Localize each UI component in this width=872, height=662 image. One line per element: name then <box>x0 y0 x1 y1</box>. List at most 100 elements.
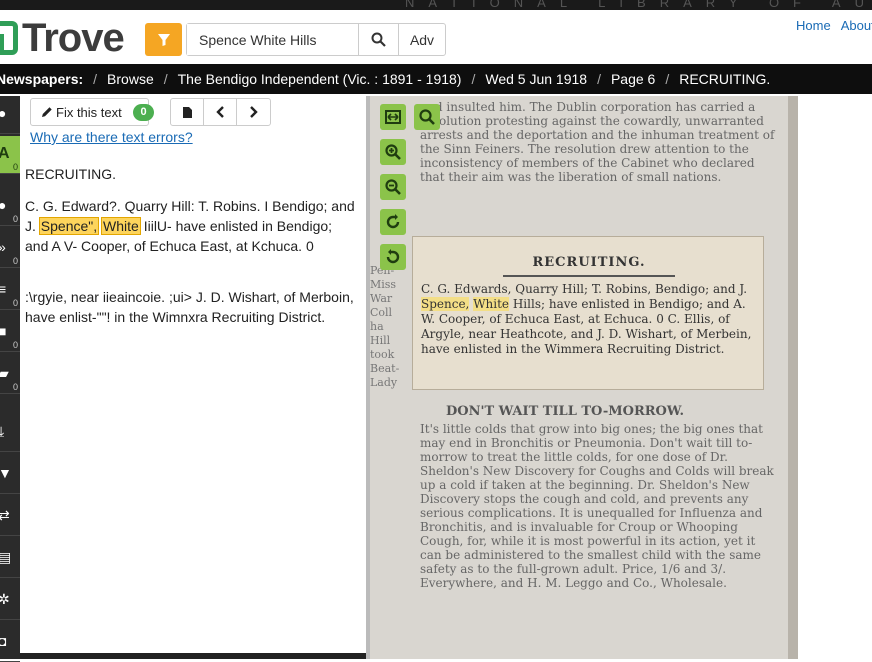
rotate-right-button[interactable] <box>380 209 406 235</box>
sidebar-count: 0 <box>12 162 18 172</box>
info-icon: ● <box>0 105 7 121</box>
sidebar-item-info[interactable]: ● <box>0 96 20 134</box>
document-button[interactable] <box>171 99 204 125</box>
top-links: Home About <box>796 18 872 33</box>
zoom-to-article-button[interactable] <box>414 104 440 130</box>
breadcrumb-newspapers[interactable]: Newspapers: <box>0 71 83 87</box>
help-icon: ◘ <box>0 633 7 649</box>
advert-text-block: It's little colds that grow into big one… <box>420 422 774 590</box>
next-article-button[interactable] <box>237 99 270 125</box>
filter-button[interactable] <box>145 23 182 56</box>
clipping-rule <box>503 275 675 277</box>
sidebar-item-settings[interactable]: ✲ <box>0 582 20 620</box>
advert-heading: DON'T WAIT TILL TO-MORROW. <box>446 404 684 419</box>
previous-article-button[interactable] <box>204 99 237 125</box>
sidebar-item-comments[interactable]: ● 0 <box>0 188 20 226</box>
text-errors-link[interactable]: Why are there text errors? <box>30 129 193 145</box>
sidebar-item-share[interactable]: ⇄ <box>0 498 20 536</box>
home-link[interactable]: Home <box>796 18 831 33</box>
sidebar-count: 0 <box>12 382 18 392</box>
rotate-right-icon <box>386 214 400 229</box>
breadcrumb-date[interactable]: Wed 5 Jun 1918 <box>485 71 587 87</box>
zoom-out-icon <box>385 179 401 195</box>
sidebar-item-archive[interactable]: ▰ 0 <box>0 356 20 394</box>
viewer-margin <box>798 96 872 659</box>
advanced-search-button[interactable]: Adv <box>398 24 445 55</box>
clipping-text-part: C. G. Edwards, Quarry Hill; T. Robins, B… <box>421 282 748 296</box>
search-highlight: Spence", <box>38 217 100 235</box>
sidebar-item-notes[interactable]: ■ 0 <box>0 314 20 352</box>
settings-icon: ✲ <box>0 591 10 607</box>
article-highlight-region[interactable]: RECRUITING. C. G. Edwards, Quarry Hill; … <box>412 236 764 390</box>
breadcrumb-article: RECRUITING. <box>679 71 771 87</box>
clipping-highlight: White <box>473 297 510 311</box>
comment-icon: ● <box>0 197 7 213</box>
sidebar-count: 0 <box>12 340 18 350</box>
clipping-text-part: Hills; have enlisted in Bendigo; and A. … <box>421 297 752 356</box>
search-button[interactable] <box>358 24 398 55</box>
archive-icon: ▰ <box>0 365 9 381</box>
share-icon: ⇄ <box>0 507 10 523</box>
sidebar-item-lists[interactable]: ≡ 0 <box>0 272 20 310</box>
page-column-fragment: Pen- Miss War Coll ha Hill took Beat- Lady <box>370 264 400 389</box>
print-icon: ▤ <box>0 549 12 565</box>
rotate-left-button[interactable] <box>380 244 406 270</box>
logo-text: Trove <box>22 15 125 60</box>
sidebar-count: 0 <box>12 256 18 266</box>
sidebar-item-download[interactable]: ⤓ <box>0 414 20 452</box>
search-highlight: White <box>101 217 141 235</box>
document-icon <box>182 106 192 118</box>
cart-icon: ▼ <box>0 465 12 481</box>
article-nav-buttons <box>170 98 271 126</box>
zoom-in-icon <box>385 144 401 160</box>
sidebar-item-text[interactable]: A0 <box>0 136 20 174</box>
article-paragraph: :\rgyie, near iieaincoie. ;ui> J. D. Wis… <box>25 289 354 325</box>
magnifier-icon <box>419 109 435 125</box>
corrections-count-badge: 0 <box>133 104 154 121</box>
page-text-block: and insulted him. The Dublin corporation… <box>420 100 775 184</box>
article-title: RECRUITING. <box>25 166 116 182</box>
breadcrumb-page[interactable]: Page 6 <box>611 71 655 87</box>
download-icon: ⤓ <box>0 423 5 439</box>
search-input[interactable] <box>187 24 358 55</box>
clipping-highlight: Spence, <box>421 297 470 311</box>
fit-width-button[interactable] <box>380 104 406 130</box>
clipping-text: C. G. Edwards, Quarry Hill; T. Robins, B… <box>421 282 759 357</box>
pencil-icon <box>42 107 52 117</box>
sidebar-item-print[interactable]: ▤ <box>0 540 20 578</box>
breadcrumb-title[interactable]: The Bendigo Independent (Vic. : 1891 - 1… <box>178 71 462 87</box>
about-link[interactable]: About <box>841 18 872 33</box>
sidebar-count: 0 <box>12 298 18 308</box>
zoom-in-button[interactable] <box>380 139 406 165</box>
sidebar-count: 0 <box>12 214 18 224</box>
list-icon: ≡ <box>0 281 7 297</box>
text-icon: A <box>0 145 10 162</box>
fix-text-button[interactable]: Fix this text <box>30 98 149 126</box>
note-icon: ■ <box>0 323 7 339</box>
sidebar-item-help[interactable]: ◘ <box>0 624 20 662</box>
sidebar-item-cart[interactable]: ▼ <box>0 456 20 494</box>
search-box: Adv <box>186 23 446 56</box>
rotate-left-icon <box>386 249 400 264</box>
article-paragraph: C. G. Edward?. Quarry Hill: T. Robins. I… <box>25 196 355 256</box>
search-icon <box>371 32 386 47</box>
article-text-panel: Fix this text 0 Why are there text error… <box>20 96 366 659</box>
sidebar: ● A0 ●0 »0 ≡0 ■0 ▰0 ⤓ ▼ ⇄ ▤ ✲ ◘ <box>0 96 20 662</box>
sidebar-item-tags[interactable]: »0 <box>0 230 20 268</box>
top-banner: NATIONAL LIBRARY OF AUSTRALIA <box>0 0 872 10</box>
breadcrumb: Newspapers: / Browse / The Bendigo Indepen… <box>0 64 872 94</box>
breadcrumb-browse[interactable]: Browse <box>107 71 154 87</box>
filter-icon <box>157 33 170 46</box>
trove-logo[interactable]: Trove <box>0 15 125 60</box>
trove-logo-icon <box>0 21 18 55</box>
chevron-left-icon <box>215 106 224 118</box>
clipping-title: RECRUITING. <box>532 255 646 270</box>
header: Trove Adv Home About <box>0 10 872 64</box>
tag-icon: » <box>0 239 6 255</box>
fit-width-icon <box>385 110 401 124</box>
fix-text-label: Fix this text <box>56 104 122 120</box>
page-gutter <box>788 96 798 659</box>
chevron-right-icon <box>250 106 258 118</box>
zoom-out-button[interactable] <box>380 174 406 200</box>
banner-text: NATIONAL LIBRARY OF AUSTRALIA <box>405 0 872 10</box>
